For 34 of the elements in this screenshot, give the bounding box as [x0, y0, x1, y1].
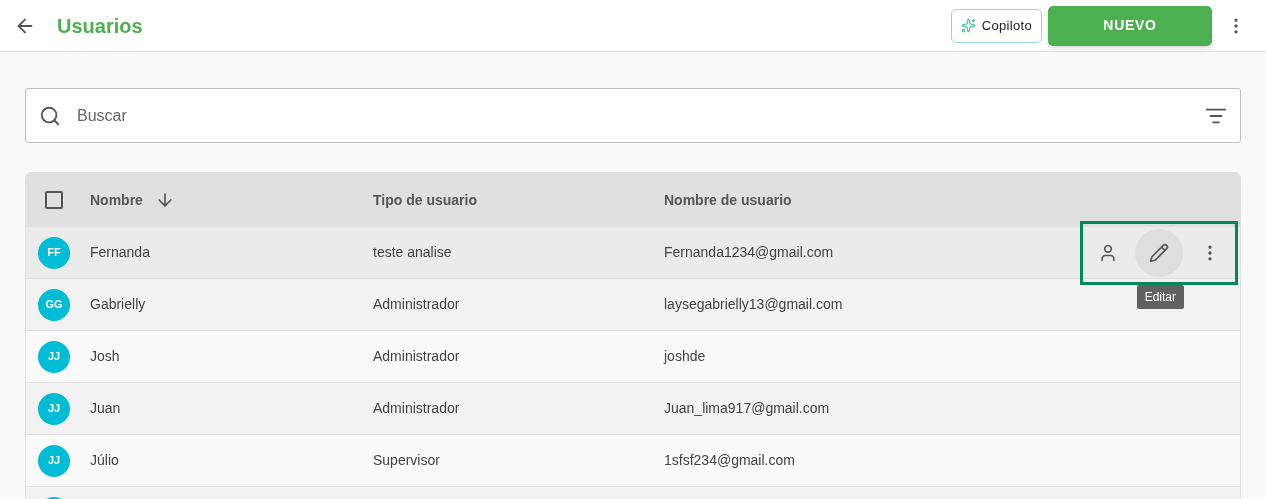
- column-header[interactable]: Tipo de usuario: [373, 189, 664, 211]
- page-title: Usuarios: [57, 13, 143, 39]
- search-input[interactable]: Buscar: [77, 103, 1205, 128]
- table-cell-text: joshde: [664, 347, 706, 366]
- tooltip: Editar: [1136, 285, 1184, 309]
- avatar: FF: [38, 236, 70, 269]
- table-cell-text: teste analise: [373, 243, 453, 262]
- table-cell-text: Supervisor: [373, 451, 441, 470]
- table-row[interactable]: FF Fernanda teste analise Fernanda1234@gmail.com: [26, 227, 1240, 279]
- table-cell-text: 1sfsf234@gmail.com: [664, 451, 795, 470]
- table-cell-text: Juan: [89, 399, 122, 418]
- column-header[interactable]: Nombre de usuario: [664, 189, 792, 211]
- table-cell-text: Josh: [89, 347, 121, 366]
- table-cell-text: Fernanda: [89, 243, 151, 262]
- table-cell-text: Júlio: [89, 451, 120, 470]
- avatar: GG: [38, 288, 70, 321]
- table-cell-text: Juan_lima917@gmail.com: [664, 399, 830, 418]
- copilot-button[interactable]: Copiloto: [950, 8, 1042, 43]
- column-header[interactable]: Nombre: [90, 189, 143, 211]
- search-icon: [39, 104, 61, 127]
- table-cell-text: Administrador: [373, 399, 461, 418]
- table-cell-text: Administrador: [373, 347, 461, 366]
- table-row[interactable]: JJ Juan Administrador Juan_lima917@gmail.com: [26, 383, 1240, 435]
- avatar: JJ: [38, 392, 70, 425]
- select-all-checkbox[interactable]: [45, 191, 63, 209]
- avatar: JJ: [38, 444, 70, 477]
- table-cell-text: laysegabrielly13@gmail.com: [664, 295, 843, 314]
- table-cell-text: Fernanda1234@gmail.com: [664, 243, 834, 262]
- sparkle-icon: [960, 18, 976, 33]
- pencil-icon: [1149, 243, 1169, 263]
- avatar: JJ: [38, 340, 70, 373]
- search-field[interactable]: Buscar: [25, 88, 1241, 143]
- table-cell-text: Gabrielly: [89, 295, 147, 314]
- table-cell-text: Administrador: [373, 295, 461, 314]
